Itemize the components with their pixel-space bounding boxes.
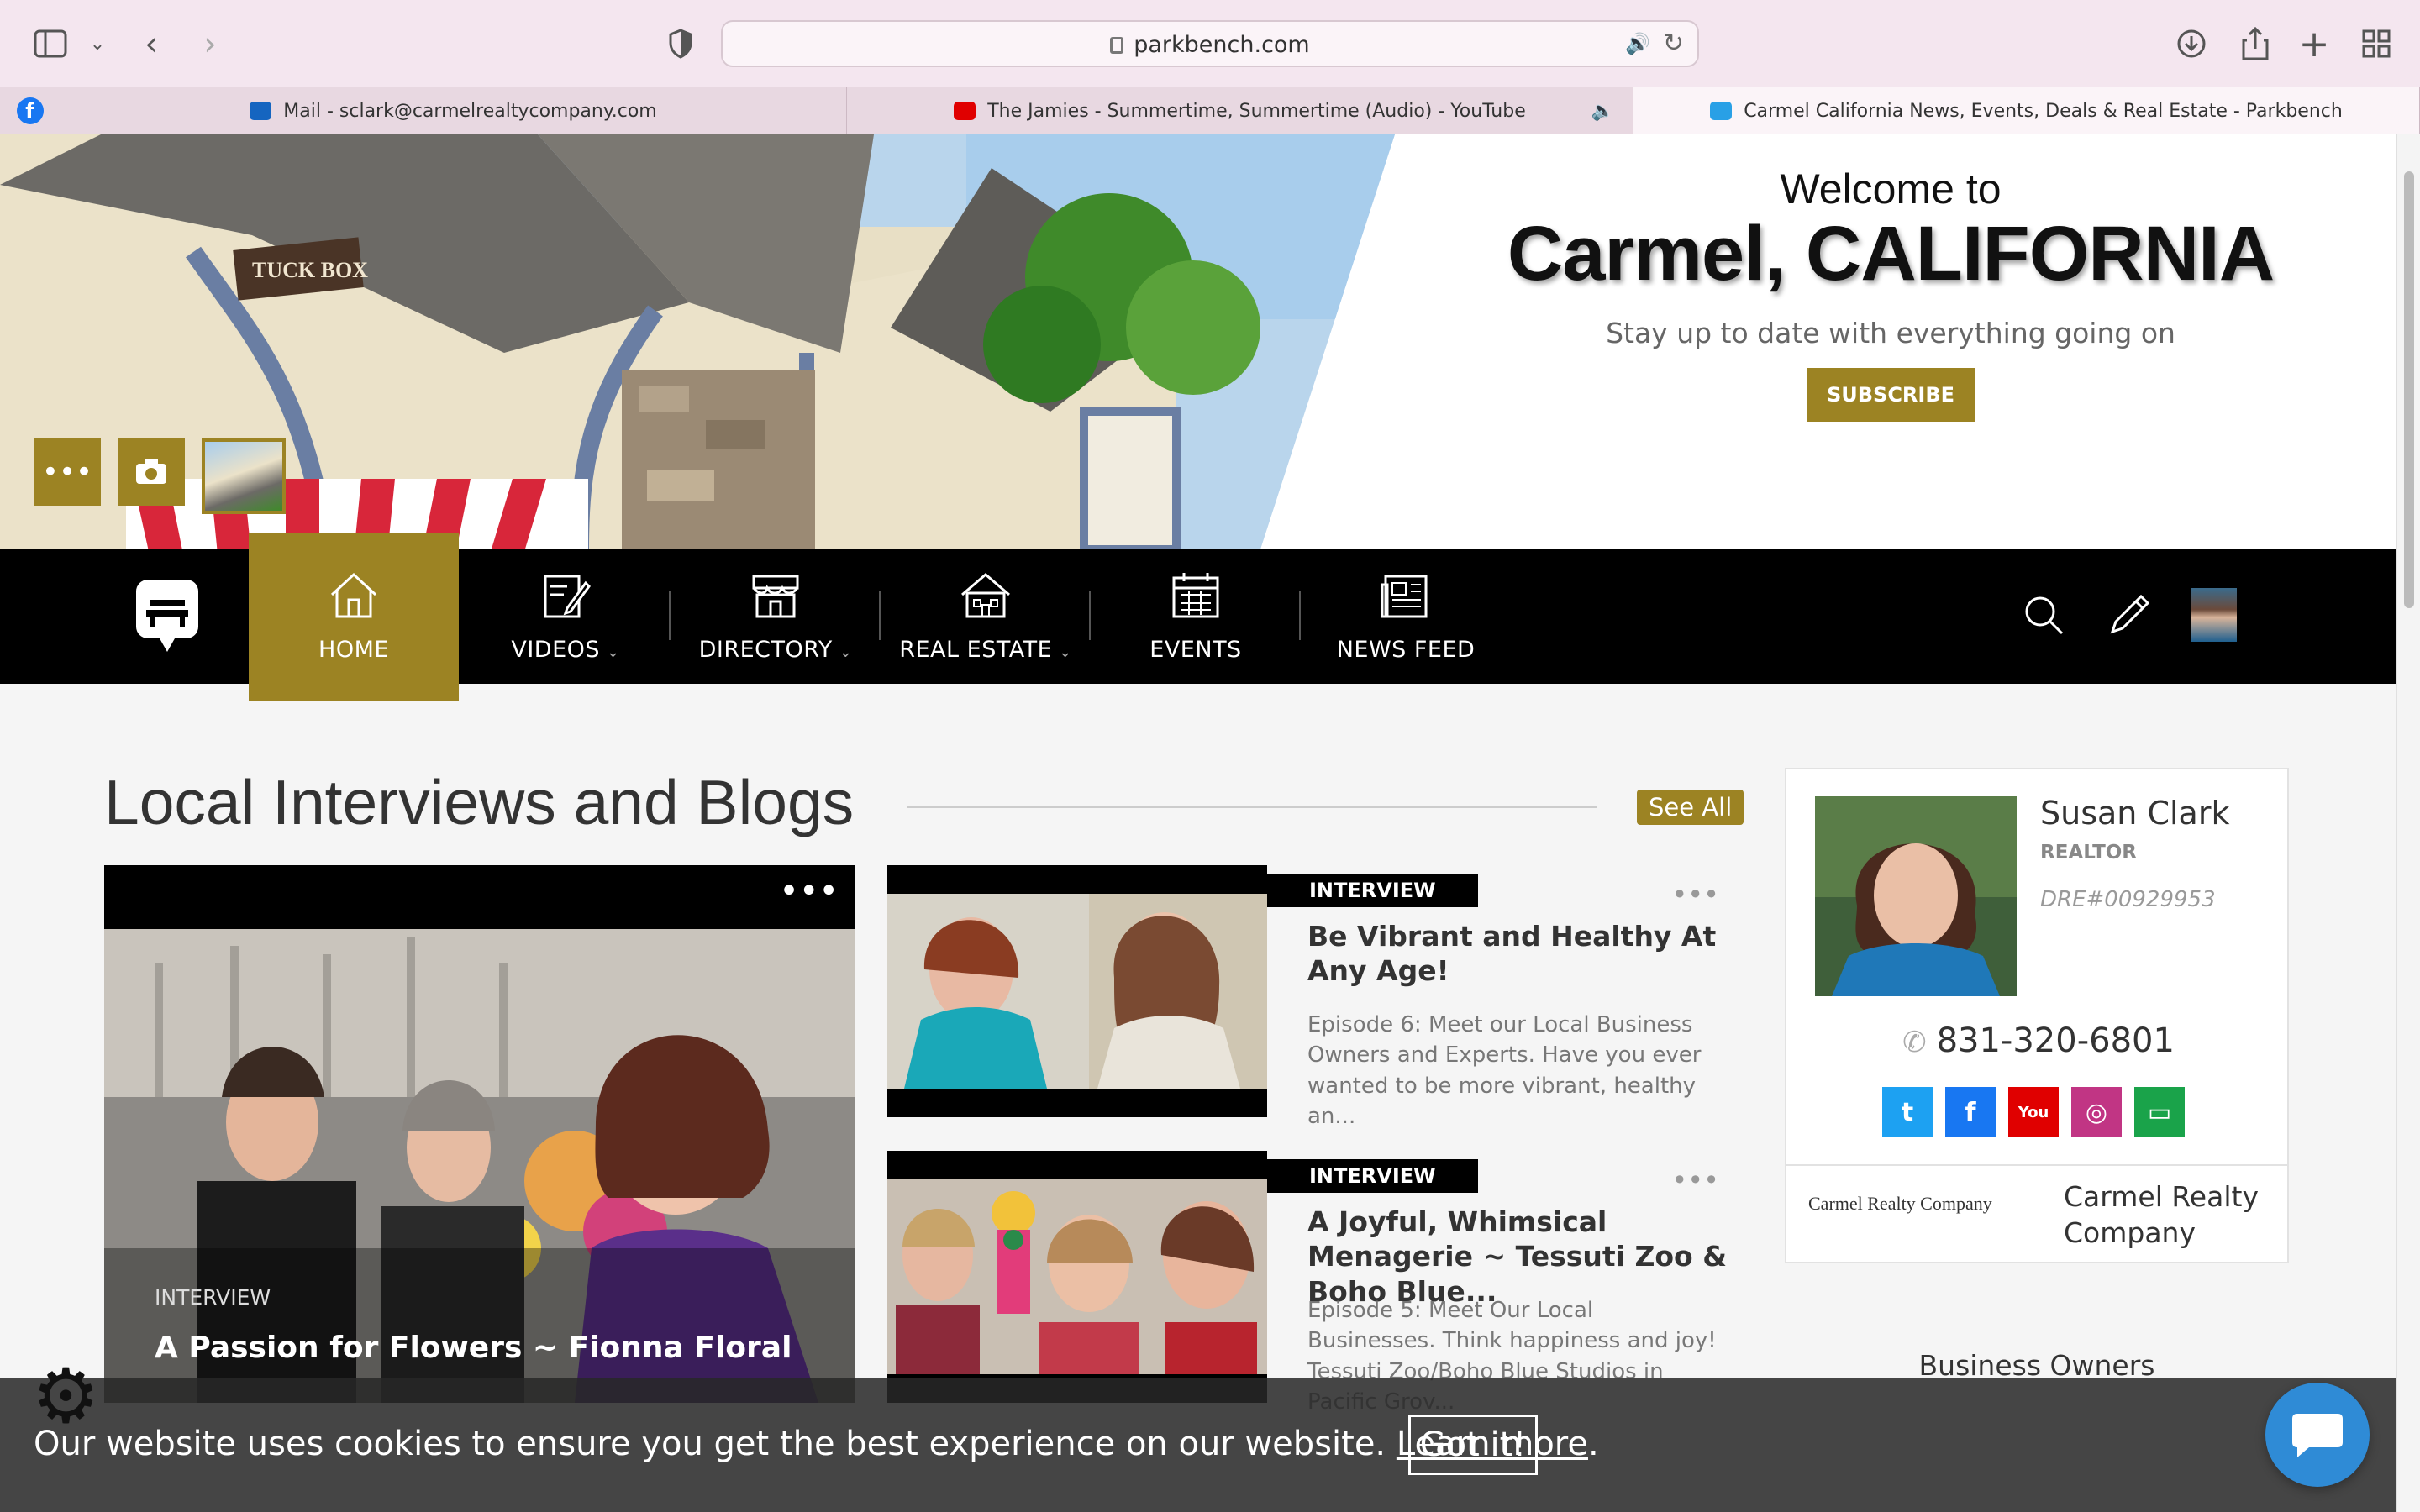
nav-events[interactable]: EVENTS xyxy=(1091,549,1301,684)
url-text: parkbench.com xyxy=(723,32,1697,58)
hero-thumbnail[interactable] xyxy=(202,438,286,514)
list-item[interactable]: INTERVIEW ••• Be Vibrant and Healthy At … xyxy=(887,865,1736,1129)
lock-icon xyxy=(1110,37,1124,54)
storefront-icon xyxy=(752,575,799,618)
feature-category: INTERVIEW xyxy=(155,1285,271,1310)
hero-banner: TUCK BOX ••• Welcome to Carmel, CALIFORN… xyxy=(0,134,2396,549)
more-options-icon[interactable]: ••• xyxy=(779,872,839,911)
tab-mail[interactable]: Mail - sclark@carmelrealtycompany.com xyxy=(60,87,847,134)
chat-button[interactable] xyxy=(2265,1383,2370,1487)
twitter-icon[interactable]: t xyxy=(1882,1087,1933,1137)
parkbench-icon xyxy=(1710,102,1733,120)
feature-video-card[interactable]: ••• INTERVIEW A Passion for Flowers ~ Fi… xyxy=(104,865,855,1403)
section-title: Local Interviews and Blogs xyxy=(104,767,855,837)
feature-title[interactable]: A Passion for Flowers ~ Fionna Floral xyxy=(155,1331,792,1365)
calendar-icon xyxy=(1172,573,1219,618)
more-options-icon[interactable]: ••• xyxy=(1671,1164,1719,1196)
chat-bubble-icon xyxy=(2292,1414,2343,1457)
gear-icon[interactable]: ⚙ xyxy=(32,1359,100,1435)
city-title: Carmel, CALIFORNIA xyxy=(1507,211,2275,297)
search-icon[interactable] xyxy=(2022,593,2065,640)
chevron-down-icon: ⌄ xyxy=(607,643,620,661)
agent-photo xyxy=(1815,796,2017,996)
parkbench-logo[interactable] xyxy=(134,578,200,652)
reload-icon[interactable]: ↻ xyxy=(1663,29,1684,58)
subscribe-button[interactable]: SUBSCRIBE xyxy=(1806,367,1975,422)
camera-icon xyxy=(136,459,166,484)
company-row[interactable]: Carmel Realty Company Carmel Realty Comp… xyxy=(1786,1164,2287,1263)
forward-icon[interactable]: › xyxy=(190,24,230,64)
pencil-icon[interactable] xyxy=(2106,591,2153,642)
hero-text: Welcome to Carmel, CALIFORNIA Stay up to… xyxy=(1479,165,2302,422)
shield-icon[interactable] xyxy=(660,24,701,64)
more-options-button[interactable]: ••• xyxy=(34,438,101,506)
title-divider xyxy=(908,806,1597,808)
address-bar[interactable]: parkbench.com 🔊 ↻ xyxy=(721,20,1699,67)
nav-news-feed[interactable]: NEWS FEED xyxy=(1301,549,1511,684)
cookie-message: Our website uses cookies to ensure you g… xyxy=(34,1425,1599,1463)
download-icon[interactable] xyxy=(2171,24,2212,64)
chevron-down-icon: ⌄ xyxy=(1059,643,1072,661)
category-badge: INTERVIEW xyxy=(1267,1159,1478,1193)
card-title[interactable]: A Joyful, Whimsical Menagerie ~ Tessuti … xyxy=(1307,1205,1728,1309)
building-icon xyxy=(961,573,1010,618)
outlook-icon xyxy=(250,102,272,120)
nav-home[interactable]: HOME xyxy=(249,533,459,701)
welcome-text: Welcome to xyxy=(1780,165,2002,213)
tab-audio-icon[interactable]: 🔈 xyxy=(1591,101,1614,122)
tab-overview-icon[interactable] xyxy=(2356,24,2396,64)
browser-toolbar: ⌄ ‹ › parkbench.com 🔊 ↻ + xyxy=(0,0,2420,87)
phone-icon: ✆ xyxy=(1902,1026,1927,1059)
nav-real-estate[interactable]: REAL ESTATE ⌄ xyxy=(881,549,1091,684)
youtube-icon[interactable]: You xyxy=(2008,1087,2059,1137)
nav-videos[interactable]: VIDEOS ⌄ xyxy=(460,549,671,684)
cookie-banner: Our website uses cookies to ensure you g… xyxy=(0,1378,2396,1512)
more-options-icon[interactable]: ••• xyxy=(1671,879,1719,911)
tab-youtube[interactable]: The Jamies - Summertime, Summertime (Aud… xyxy=(847,87,1634,134)
agent-card: Susan Clark REALTOR DRE#00929953 ✆ 831-32… xyxy=(1785,768,2289,1263)
main-nav: HOME VIDEOS ⌄ DIRECTORY ⌄ REAL ESTATE ⌄ EVE… xyxy=(0,533,2396,701)
youtube-icon xyxy=(954,102,976,120)
social-links: t f You ◎ ▭ xyxy=(1882,1087,2185,1137)
scrollbar-thumb[interactable] xyxy=(2404,171,2414,608)
avatar[interactable] xyxy=(2191,588,2237,642)
tab-pinned-facebook[interactable]: f xyxy=(0,87,60,134)
new-tab-icon[interactable]: + xyxy=(2294,23,2334,66)
speaker-icon[interactable]: 🔊 xyxy=(1625,32,1650,55)
tab-bar: f Mail - sclark@carmelrealtycompany.com … xyxy=(0,87,2420,134)
nav-directory[interactable]: DIRECTORY ⌄ xyxy=(671,549,881,684)
chevron-down-icon[interactable]: ⌄ xyxy=(77,24,118,64)
sidebar-toggle-icon[interactable] xyxy=(30,24,71,64)
tuck-box-sign: TUCK BOX xyxy=(252,258,368,282)
company-name[interactable]: Carmel Realty Company xyxy=(2064,1179,2282,1252)
facebook-icon[interactable]: f xyxy=(1945,1087,1996,1137)
see-all-button[interactable]: See All xyxy=(1637,790,1744,825)
list-item[interactable]: INTERVIEW ••• A Joyful, Whimsical Menage… xyxy=(887,1151,1736,1415)
page-scrollbar[interactable] xyxy=(2396,134,2420,1512)
website-icon[interactable]: ▭ xyxy=(2134,1087,2185,1137)
chevron-down-icon: ⌄ xyxy=(839,643,853,661)
edit-icon xyxy=(544,575,591,618)
instagram-icon[interactable]: ◎ xyxy=(2071,1087,2122,1137)
card-description: Episode 6: Meet our Local Business Owner… xyxy=(1307,1012,1702,1130)
card-title[interactable]: Be Vibrant and Healthy At Any Age! xyxy=(1307,919,1728,989)
newspaper-icon xyxy=(1381,575,1428,618)
share-icon[interactable] xyxy=(2235,24,2275,64)
back-icon[interactable]: ‹ xyxy=(131,24,171,64)
category-badge: INTERVIEW xyxy=(1267,874,1478,907)
facebook-icon: f xyxy=(16,97,44,124)
agent-phone[interactable]: ✆ 831-320-6801 xyxy=(1786,1021,2291,1060)
got-it-button[interactable]: Got it! xyxy=(1408,1415,1538,1475)
tagline: Stay up to date with everything going on xyxy=(1606,316,2175,349)
agent-license: DRE#00929953 xyxy=(2040,887,2216,912)
house-icon xyxy=(330,572,377,618)
camera-button[interactable] xyxy=(118,438,185,506)
company-logo: Carmel Realty Company xyxy=(1808,1193,1992,1214)
agent-role: REALTOR xyxy=(2040,842,2138,864)
tab-parkbench[interactable]: Carmel California News, Events, Deals & … xyxy=(1634,87,2420,134)
agent-name[interactable]: Susan Clark xyxy=(2040,795,2229,832)
video-thumbnail[interactable] xyxy=(887,865,1267,1117)
video-thumbnail[interactable] xyxy=(887,1151,1267,1403)
